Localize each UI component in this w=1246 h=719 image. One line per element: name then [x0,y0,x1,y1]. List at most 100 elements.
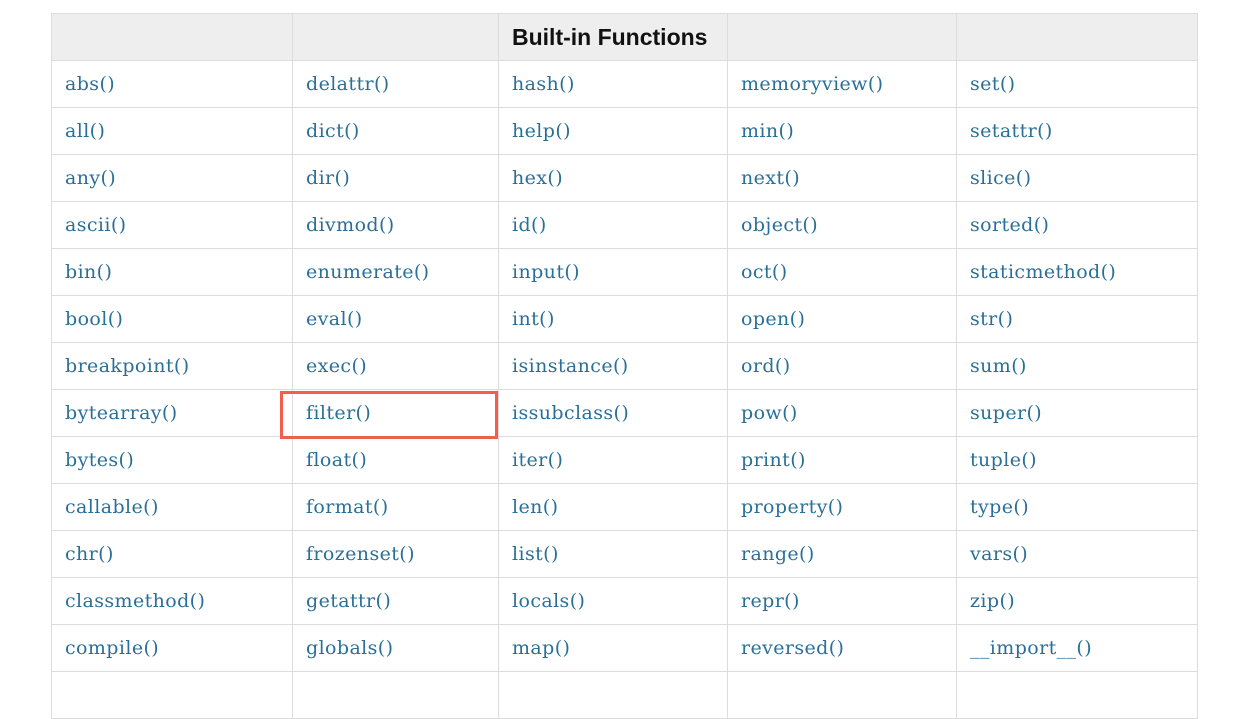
function-link[interactable]: input() [512,261,580,283]
function-link[interactable]: next() [741,167,800,189]
function-link[interactable]: setattr() [970,120,1053,142]
table-cell: tuple() [956,436,1198,484]
table-cell: repr() [727,577,957,625]
table-cell: breakpoint() [51,342,293,390]
function-link[interactable]: set() [970,73,1015,95]
function-link[interactable]: abs() [65,73,115,95]
function-link[interactable]: any() [65,167,116,189]
function-link[interactable]: breakpoint() [65,355,190,377]
function-link[interactable]: isinstance() [512,355,629,377]
function-link[interactable]: tuple() [970,449,1037,471]
table-cell: next() [727,154,957,202]
function-link[interactable]: exec() [306,355,367,377]
table-cell: bytes() [51,436,293,484]
function-link[interactable]: bytes() [65,449,134,471]
table-cell: int() [498,295,728,343]
function-link[interactable]: type() [970,496,1029,518]
table-cell: print() [727,436,957,484]
function-link[interactable]: __import__() [970,637,1092,659]
function-link[interactable]: range() [741,543,815,565]
table-row: bin() enumerate() input() oct() staticmethod… [51,248,1198,296]
table-cell: map() [498,624,728,672]
function-link[interactable]: getattr() [306,590,391,612]
function-link[interactable]: repr() [741,590,800,612]
function-link[interactable]: property() [741,496,843,518]
function-link[interactable]: enumerate() [306,261,430,283]
table-cell: callable() [51,483,293,531]
function-link[interactable]: chr() [65,543,114,565]
table-header-row: Built-in Functions [51,13,1198,61]
function-link[interactable]: int() [512,308,555,330]
function-link[interactable]: reversed() [741,637,844,659]
function-link[interactable]: callable() [65,496,159,518]
table-row: ascii() divmod() id() object() sorted() [51,201,1198,249]
function-link[interactable]: super() [970,402,1042,424]
function-link[interactable]: object() [741,214,818,236]
table-cell: isinstance() [498,342,728,390]
table-cell: id() [498,201,728,249]
function-link[interactable]: bool() [65,308,123,330]
table-cell: open() [727,295,957,343]
function-link[interactable]: hex() [512,167,563,189]
table-cell [51,671,293,719]
function-link[interactable]: map() [512,637,570,659]
function-link[interactable]: id() [512,214,547,236]
table-cell: bin() [51,248,293,296]
table-row: compile() globals() map() reversed() __impor… [51,624,1198,672]
function-link[interactable]: memoryview() [741,73,883,95]
table-cell: hex() [498,154,728,202]
function-link[interactable]: float() [306,449,367,471]
function-link[interactable]: ascii() [65,214,127,236]
table-cell: slice() [956,154,1198,202]
table-row: bool() eval() int() open() str() [51,295,1198,343]
function-link[interactable]: len() [512,496,558,518]
table-cell: input() [498,248,728,296]
function-link[interactable]: issubclass() [512,402,629,424]
function-link[interactable]: divmod() [306,214,395,236]
function-link[interactable]: staticmethod() [970,261,1116,283]
function-link[interactable]: sorted() [970,214,1049,236]
table-cell: classmethod() [51,577,293,625]
function-link[interactable]: dict() [306,120,360,142]
function-link[interactable]: globals() [306,637,393,659]
table-cell: compile() [51,624,293,672]
function-link[interactable]: all() [65,120,105,142]
function-link[interactable]: pow() [741,402,798,424]
function-link[interactable]: compile() [65,637,159,659]
table-cell: property() [727,483,957,531]
function-link[interactable]: help() [512,120,571,142]
function-link[interactable]: filter() [306,402,371,424]
function-link[interactable]: format() [306,496,389,518]
function-link[interactable]: classmethod() [65,590,205,612]
table-cell: staticmethod() [956,248,1198,296]
function-link[interactable]: sum() [970,355,1027,377]
function-link[interactable]: str() [970,308,1013,330]
function-link[interactable]: list() [512,543,559,565]
function-link[interactable]: locals() [512,590,585,612]
function-link[interactable]: delattr() [306,73,390,95]
function-link[interactable]: zip() [970,590,1015,612]
builtin-functions-container: Built-in Functions abs() delattr() hash() m… [51,13,1198,719]
table-cell [498,671,728,719]
function-link[interactable]: bytearray() [65,402,178,424]
function-link[interactable]: open() [741,308,805,330]
function-link[interactable]: eval() [306,308,363,330]
table-cell: delattr() [292,60,499,108]
table-cell [956,671,1198,719]
table-cell [292,671,499,719]
function-link[interactable]: oct() [741,261,788,283]
header-cell [727,13,957,61]
function-link[interactable]: dir() [306,167,350,189]
function-link[interactable]: slice() [970,167,1031,189]
function-link[interactable]: bin() [65,261,112,283]
function-link[interactable]: vars() [970,543,1028,565]
header-cell [51,13,293,61]
function-link[interactable]: print() [741,449,806,471]
table-cell: format() [292,483,499,531]
function-link[interactable]: hash() [512,73,575,95]
header-cell [292,13,499,61]
function-link[interactable]: frozenset() [306,543,415,565]
function-link[interactable]: ord() [741,355,791,377]
function-link[interactable]: iter() [512,449,563,471]
function-link[interactable]: min() [741,120,794,142]
